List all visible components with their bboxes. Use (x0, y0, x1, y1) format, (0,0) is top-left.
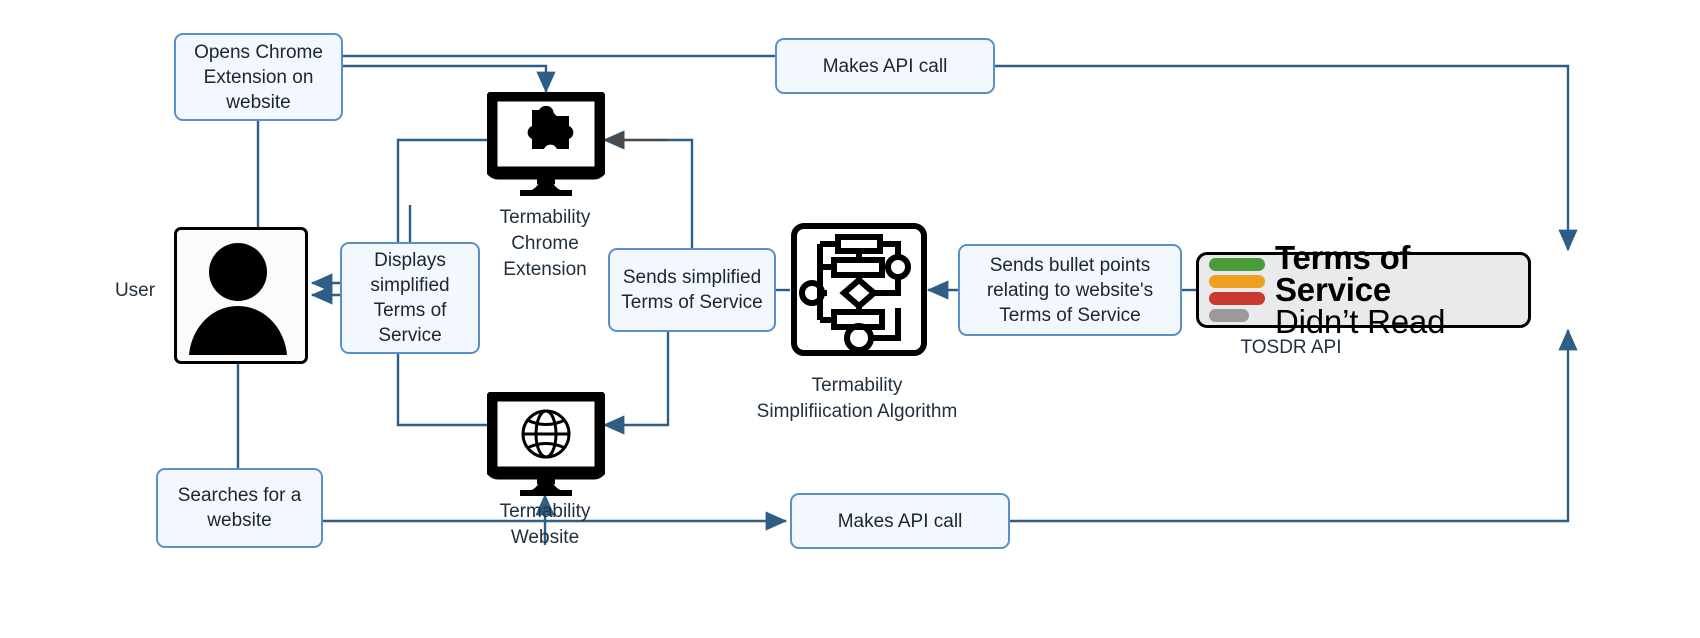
tosdr-bar-green (1209, 258, 1265, 271)
algorithm-caption: Termability Simplifiication Algorithm (756, 375, 958, 422)
edge-opens-to-extension (343, 64, 556, 94)
diagram-canvas: Opens Chrome Extension on website Makes … (0, 0, 1700, 638)
node-sends-simplified-tos-label: Sends simplified Terms of Service (621, 267, 763, 313)
monitor-globe-icon (487, 392, 605, 496)
edge-api-top-to-tosdr (995, 64, 1578, 252)
tosdr-rating-bars (1209, 258, 1265, 322)
node-searches-for-website[interactable]: Searches for a website (156, 468, 323, 548)
monitor-puzzle-piece-icon (487, 92, 605, 196)
tosdr-line-2: Didn’t Read (1275, 303, 1446, 341)
tosdr-bar-gray (1209, 309, 1249, 322)
termability-chrome-extension-node[interactable] (487, 92, 605, 196)
user-silhouette-icon (189, 243, 287, 355)
edge-sends-to-website (602, 331, 670, 435)
node-opens-chrome-extension[interactable]: Opens Chrome Extension on website (174, 33, 343, 121)
tosdr-bar-orange (1209, 275, 1265, 288)
node-sends-simplified-tos[interactable]: Sends simplified Terms of Service (608, 248, 776, 332)
tosdr-line-1: Terms of Service (1275, 238, 1411, 308)
node-sends-bullet-points[interactable]: Sends bullet points relating to website'… (958, 244, 1182, 336)
node-displays-simplified-tos[interactable]: Displays simplified Terms of Service (340, 242, 480, 354)
tosdr-api-node[interactable]: Terms of Service Didn’t Read (1196, 241, 1531, 338)
flowchart-algorithm-icon (791, 223, 927, 356)
termability-website-node[interactable] (487, 392, 605, 496)
user-caption: User (114, 280, 156, 301)
tosdr-bar-red (1209, 292, 1265, 305)
node-makes-api-call-bottom-label: Makes API call (837, 510, 963, 532)
tosdr-wordmark: Terms of Service Didn’t Read (1275, 238, 1520, 341)
node-sends-bullet-points-label: Sends bullet points relating to website'… (986, 254, 1154, 326)
tosdr-api-caption: TOSDR API (1240, 337, 1342, 358)
node-makes-api-call-bottom[interactable]: Makes API call (790, 493, 1010, 549)
node-searches-for-website-label: Searches for a website (177, 485, 302, 531)
chrome-extension-caption: Termability Chrome Extension (499, 207, 591, 280)
website-caption: Termability Website (499, 501, 591, 548)
node-displays-simplified-tos-label: Displays simplified Terms of Service (370, 250, 450, 346)
termability-simplification-algorithm-node[interactable] (790, 222, 928, 357)
node-makes-api-call-top[interactable]: Makes API call (775, 38, 995, 94)
user-node[interactable] (174, 227, 308, 364)
node-opens-chrome-extension-label: Opens Chrome Extension on website (194, 41, 323, 113)
node-makes-api-call-top-label: Makes API call (822, 55, 948, 77)
